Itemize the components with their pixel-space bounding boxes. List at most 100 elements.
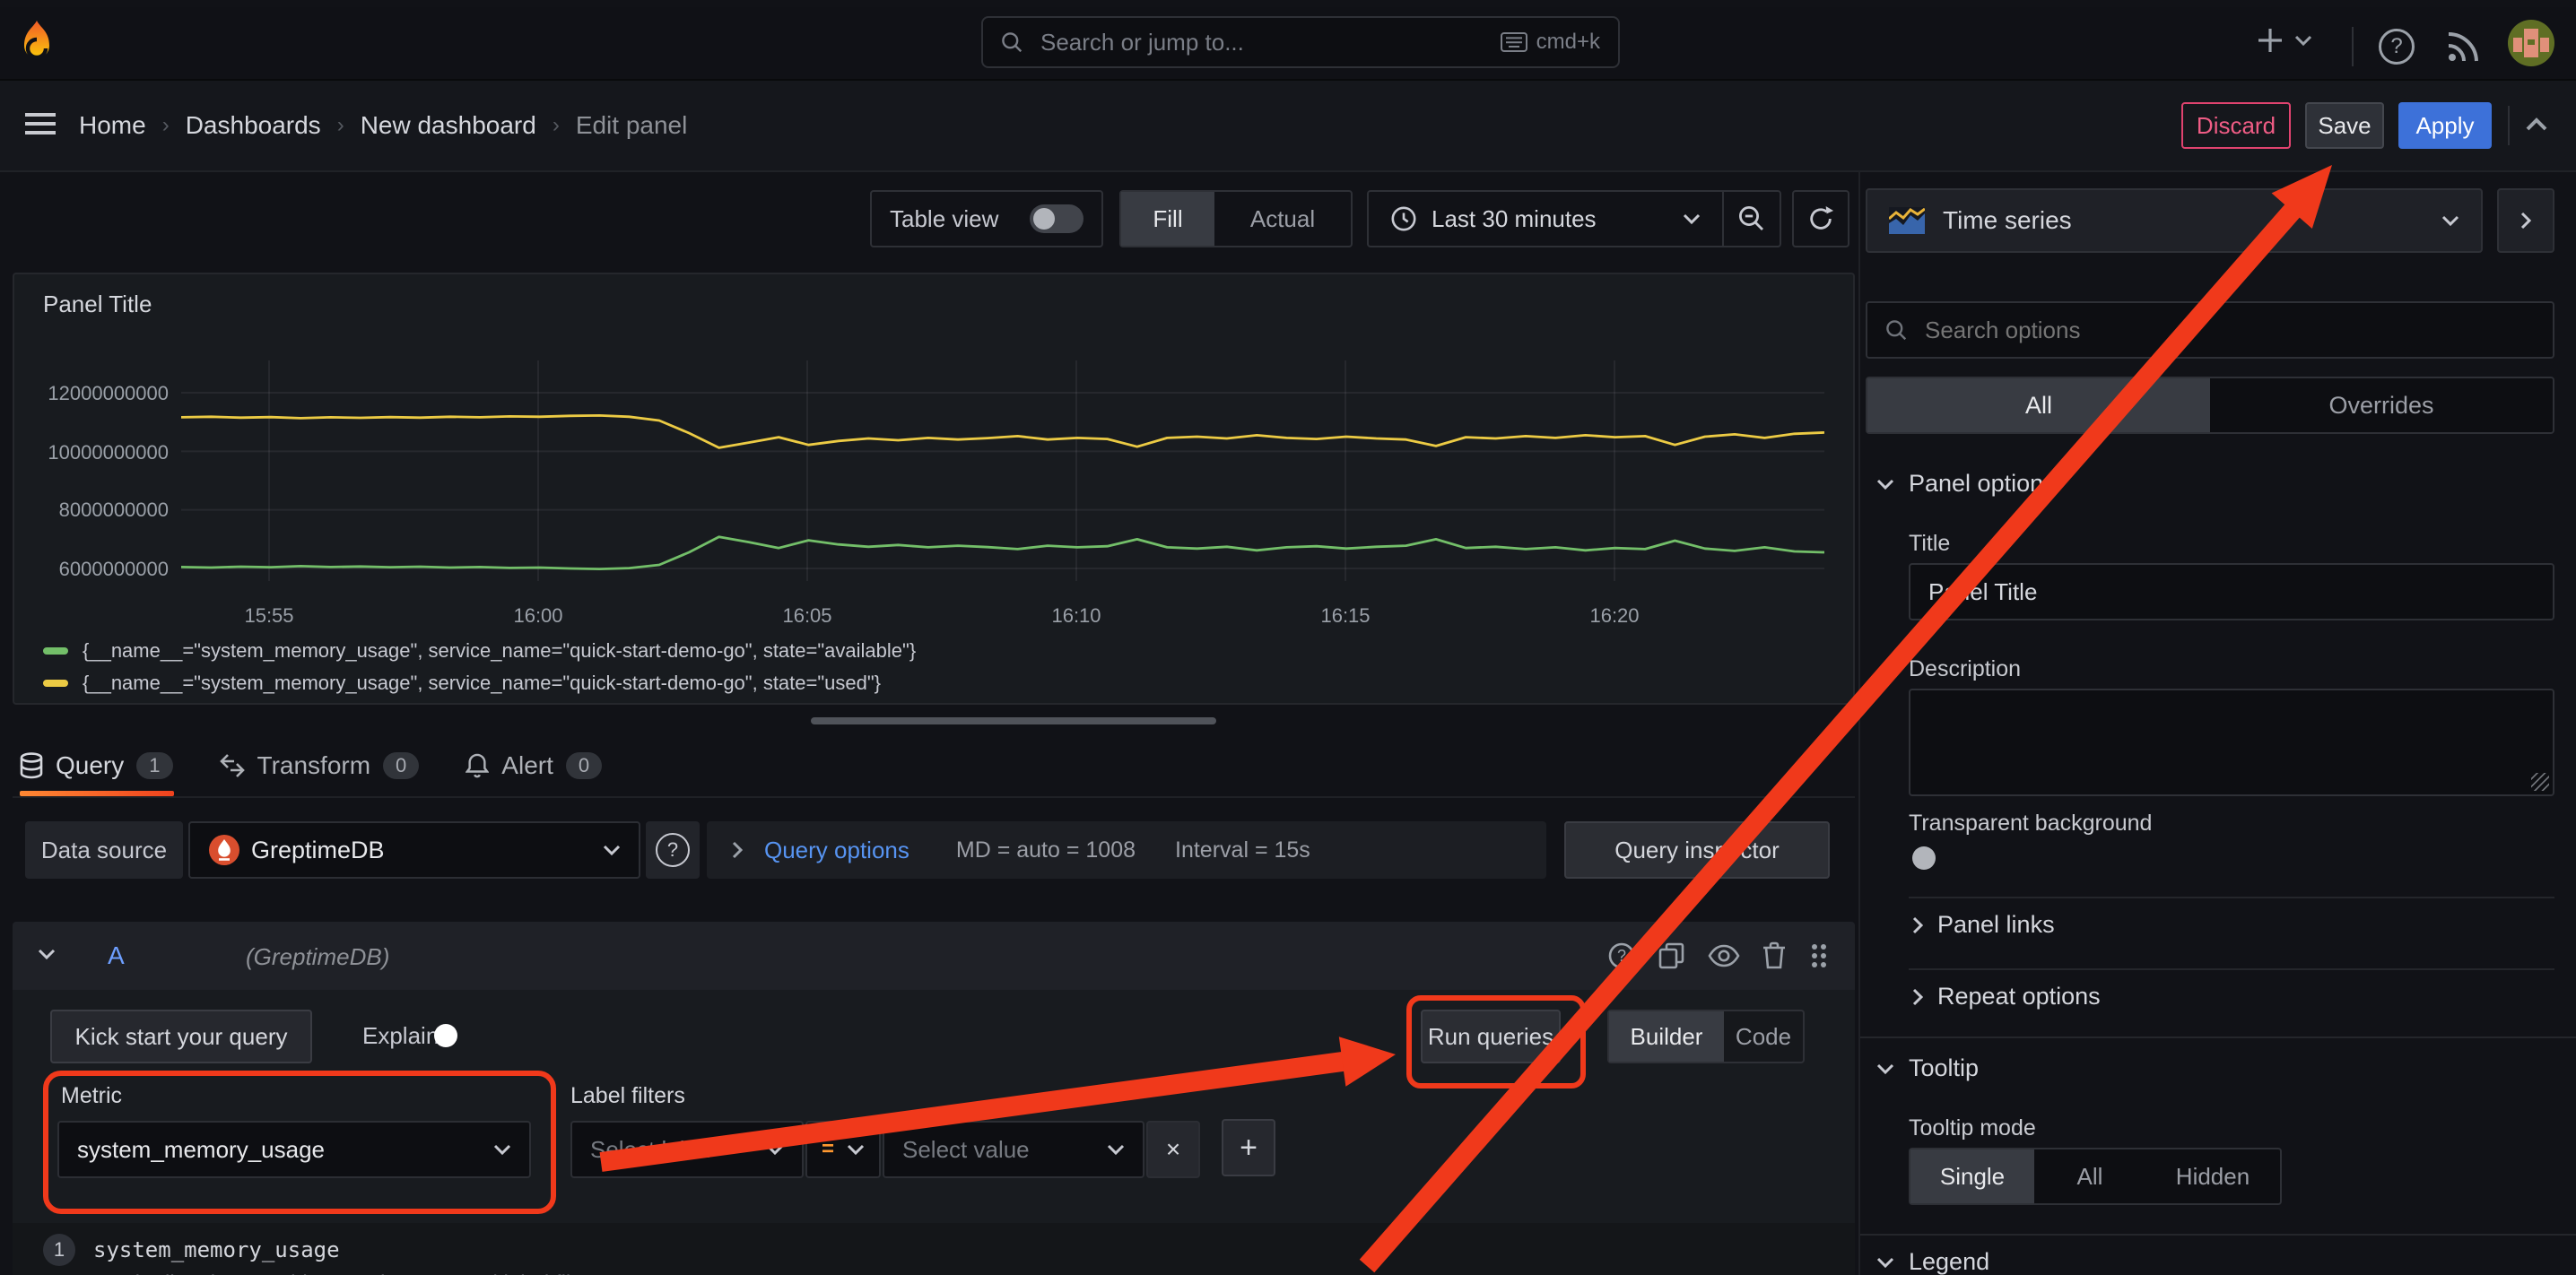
legend-swatch-used[interactable] <box>43 680 68 687</box>
section-title: Tooltip <box>1909 1054 1979 1082</box>
query-row-header[interactable]: A (GreptimeDB) ? <box>13 922 1855 990</box>
hide-response-eye-icon[interactable] <box>1708 941 1740 970</box>
time-series-chart <box>181 346 1824 597</box>
help-icon[interactable]: ? <box>2379 29 2415 65</box>
user-avatar[interactable] <box>2508 20 2554 66</box>
chevron-down-icon <box>766 1144 784 1155</box>
section-title: Legend <box>1909 1248 1989 1275</box>
legend-label: {__name__="system_memory_usage", service… <box>83 672 881 695</box>
resize-handle[interactable] <box>2531 773 2549 791</box>
select-value-dropdown[interactable]: Select value <box>883 1121 1144 1178</box>
tooltip-mode-switch: Single All Hidden <box>1909 1148 2282 1205</box>
query-preview-code: system_memory_usage <box>93 1237 340 1262</box>
viz-name: Time series <box>1943 206 2072 235</box>
datasource-help-button[interactable]: ? <box>646 821 700 879</box>
panel-preview[interactable]: Panel Title 12000000000 10000000000 8000… <box>13 273 1855 705</box>
breadcrumb-separator: › <box>553 113 560 138</box>
add-filter-button[interactable]: + <box>1222 1119 1275 1176</box>
query-options-bar[interactable]: Query options MD = auto = 1008 Interval … <box>707 821 1546 879</box>
svg-text:?: ? <box>1617 947 1626 965</box>
discard-button[interactable]: Discard <box>2181 102 2291 149</box>
code-option[interactable]: Code <box>1724 1023 1803 1051</box>
panel-options-section-header[interactable]: Panel options <box>1876 470 2056 498</box>
collapse-query-chevron-icon[interactable] <box>38 949 56 959</box>
query-help-icon[interactable]: ? <box>1607 941 1636 970</box>
add-new-button[interactable] <box>2257 27 2312 54</box>
remove-query-trash-icon[interactable] <box>1762 941 1787 970</box>
metric-select[interactable]: system_memory_usage <box>57 1121 531 1178</box>
x-axis-tick: 16:20 <box>1561 604 1668 628</box>
pane-resize-handle[interactable] <box>811 717 1216 724</box>
tab-label: Transform <box>257 751 371 780</box>
all-overrides-switch: All Overrides <box>1866 377 2554 434</box>
table-view-toggle[interactable] <box>1030 204 1083 233</box>
section-title: Repeat options <box>1937 983 2101 1010</box>
tooltip-mode-all[interactable]: All <box>2034 1163 2145 1191</box>
tab-count-badge: 0 <box>566 752 602 779</box>
collapse-options-pane-button[interactable] <box>2497 188 2554 253</box>
tab-transform[interactable]: Transform 0 <box>220 751 420 780</box>
panel-title-input[interactable] <box>1909 563 2554 620</box>
filter-tab-all[interactable]: All <box>1867 378 2210 432</box>
time-series-viz-icon <box>1889 207 1925 234</box>
bell-icon <box>466 752 489 779</box>
query-options-label: Query options <box>764 837 909 864</box>
refresh-button[interactable] <box>1792 190 1849 247</box>
legend-item[interactable]: {__name__="system_memory_usage", service… <box>43 638 916 664</box>
breadcrumb-dashboards[interactable]: Dashboards <box>186 111 321 140</box>
title-label: Title <box>1909 531 1950 557</box>
news-rss-icon[interactable] <box>2447 30 2479 63</box>
query-ref-id[interactable]: A <box>108 941 125 970</box>
clock-icon <box>1390 205 1417 232</box>
run-queries-button[interactable]: Run queries <box>1421 1010 1561 1063</box>
breadcrumb-bar: Home › Dashboards › New dashboard › Edit… <box>0 81 2576 172</box>
time-range-label: Last 30 minutes <box>1432 205 1597 233</box>
chevron-down-icon <box>493 1144 511 1155</box>
x-axis-tick: 16:10 <box>1023 604 1130 628</box>
grafana-logo-icon[interactable] <box>23 20 50 66</box>
mega-menu-button[interactable] <box>25 113 56 134</box>
visualization-picker[interactable]: Time series <box>1866 188 2483 253</box>
legend-label: {__name__="system_memory_usage", service… <box>83 639 916 663</box>
search-icon <box>1001 31 1023 53</box>
tab-alert[interactable]: Alert 0 <box>466 751 602 780</box>
save-button[interactable]: Save <box>2305 102 2384 149</box>
datasource-picker[interactable]: GreptimeDB <box>188 821 640 879</box>
query-inspector-button[interactable]: Query inspector <box>1564 821 1830 879</box>
query-datasource-hint: (GreptimeDB) <box>246 943 389 971</box>
chevron-down-icon <box>1876 479 1894 490</box>
apply-button[interactable]: Apply <box>2398 102 2492 149</box>
breadcrumb-home[interactable]: Home <box>79 111 146 140</box>
legend-swatch-available[interactable] <box>43 647 68 655</box>
kick-start-query-button[interactable]: Kick start your query <box>50 1010 312 1063</box>
zoom-out-time-button[interactable] <box>1724 204 1780 233</box>
actual-option[interactable]: Actual <box>1214 205 1351 233</box>
remove-filter-button[interactable]: × <box>1146 1121 1200 1178</box>
select-label-dropdown[interactable]: Select label <box>570 1121 804 1178</box>
tab-query[interactable]: Query 1 <box>20 751 173 780</box>
duplicate-query-icon[interactable] <box>1658 941 1686 970</box>
description-textarea[interactable] <box>1909 689 2554 796</box>
max-data-points-summary: MD = auto = 1008 <box>956 837 1136 863</box>
interval-summary: Interval = 15s <box>1175 837 1310 863</box>
filter-tab-overrides[interactable]: Overrides <box>2210 392 2553 420</box>
tooltip-mode-hidden[interactable]: Hidden <box>2145 1163 2280 1191</box>
panel-links-section[interactable]: Panel links <box>1912 911 2055 939</box>
repeat-options-section[interactable]: Repeat options <box>1912 983 2101 1010</box>
builder-option[interactable]: Builder <box>1609 1011 1724 1062</box>
legend-section-header[interactable]: Legend <box>1876 1248 1989 1275</box>
tooltip-mode-single[interactable]: Single <box>1910 1149 2034 1203</box>
drag-handle-icon[interactable] <box>1808 941 1830 970</box>
zoom-out-icon <box>1737 204 1766 233</box>
time-range-picker[interactable]: Last 30 minutes <box>1369 205 1722 233</box>
collapse-header-chevron-up-icon[interactable] <box>2526 117 2547 131</box>
operator-dropdown[interactable]: = <box>805 1121 881 1178</box>
breadcrumb-new-dashboard[interactable]: New dashboard <box>361 111 536 140</box>
options-search-input[interactable] <box>1921 315 2535 346</box>
search-input[interactable] <box>1037 27 1486 58</box>
legend-item[interactable]: {__name__="system_memory_usage", service… <box>43 671 881 696</box>
y-axis-tick: 8000000000 <box>14 499 169 522</box>
fill-option[interactable]: Fill <box>1121 192 1214 246</box>
query-preview-description: Fetch all series matching metric name an… <box>93 1271 613 1275</box>
tooltip-section-header[interactable]: Tooltip <box>1876 1054 1979 1082</box>
